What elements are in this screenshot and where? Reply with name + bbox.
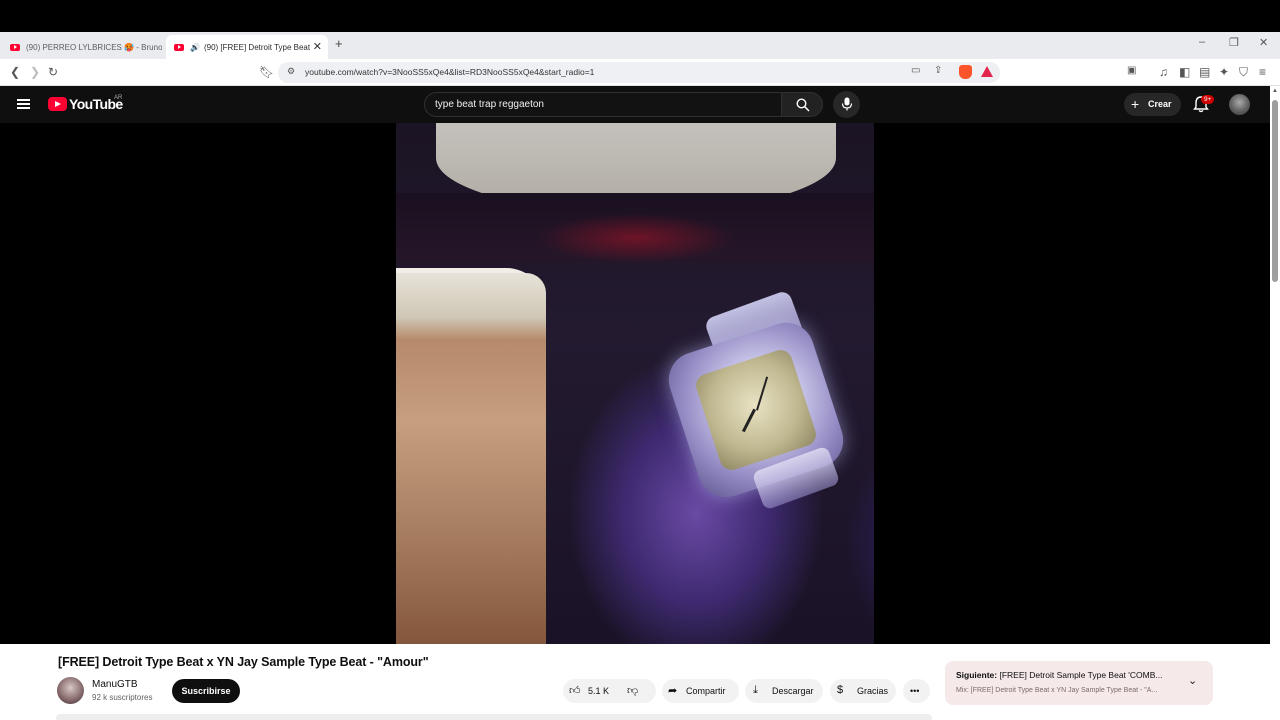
up-next-title: Siguiente: [FREE] Detroit Sample Type Be… (956, 670, 1162, 680)
leo-icon[interactable]: ✦ (1219, 65, 1229, 79)
like-dislike-group: 👍︎ 5.1 K 👎︎ (563, 679, 656, 703)
more-icon: ••• (910, 686, 920, 696)
translate-icon[interactable]: ▣ (1127, 65, 1136, 76)
url-bar[interactable]: ⚙ youtube.com/watch?v=3NooSS5xQe4&list=R… (278, 62, 1000, 83)
download-icon: ⤓ (753, 684, 758, 696)
back-icon[interactable]: ❮ (10, 65, 20, 79)
channel-avatar[interactable] (57, 677, 84, 704)
create-label: Crear (1148, 99, 1172, 109)
menu-icon[interactable]: ≡ (1259, 65, 1266, 79)
video-red-print-shape (536, 213, 736, 263)
plus-icon: + (1131, 96, 1140, 112)
thanks-dollar-icon: $ (837, 684, 844, 696)
microphone-icon (841, 97, 853, 111)
up-next-panel[interactable]: Siguiente: [FREE] Detroit Sample Type Be… (945, 661, 1213, 705)
watch-hand-shape (756, 376, 769, 411)
reload-icon[interactable]: ↻ (48, 65, 58, 79)
restore-button[interactable]: ❐ (1229, 36, 1239, 49)
scrollbar-thumb[interactable] (1272, 100, 1278, 282)
watch-hand-shape (741, 408, 756, 433)
share-arrow-icon: ➦ (668, 685, 678, 697)
voice-search-button[interactable] (833, 91, 860, 118)
video-cup-shape (396, 273, 546, 644)
create-button[interactable]: + Crear (1124, 93, 1181, 116)
minimize-button[interactable]: – (1199, 36, 1205, 48)
brave-rewards-icon[interactable] (981, 66, 993, 77)
channel-name[interactable]: ManuGTB (92, 679, 138, 690)
youtube-logo-icon[interactable] (48, 97, 67, 111)
video-frame[interactable] (396, 123, 874, 644)
hamburger-menu-icon[interactable] (17, 99, 30, 109)
url-text[interactable]: youtube.com/watch?v=3NooSS5xQe4&list=RD3… (305, 67, 594, 77)
video-details: [FREE] Detroit Type Beat x YN Jay Sample… (0, 644, 1270, 720)
search-value[interactable]: type beat trap reggaeton (435, 99, 544, 110)
search-input[interactable]: type beat trap reggaeton (424, 92, 782, 117)
notifications-badge: 9+ (1201, 95, 1215, 104)
tab-perreo[interactable]: (90) PERREO LYLBRICES 🥵 - Bruno (2, 35, 162, 59)
up-next-video: [FREE] Detroit Sample Type Beat 'COMB... (997, 670, 1163, 680)
tab-detroit[interactable]: 🔊 (90) [FREE] Detroit Type Beat ✕ (166, 35, 328, 59)
tab-title: (90) [FREE] Detroit Type Beat (203, 42, 311, 52)
address-toolbar: ❮ ❯ ↻ 🔖︎ ⚙ youtube.com/watch?v=3NooSS5xQ… (0, 59, 1280, 86)
search-icon (796, 98, 810, 112)
youtube-favicon-icon (10, 43, 20, 51)
thanks-label: Gracias (857, 686, 889, 696)
country-code: AR (114, 95, 123, 101)
download-button[interactable]: ⤓ Descargar (745, 679, 823, 703)
cast-icon[interactable]: ▭ (911, 65, 920, 76)
tab-title: (90) PERREO LYLBRICES 🥵 - Bruno (26, 42, 162, 52)
share-icon[interactable]: ⇪ (934, 65, 942, 76)
like-icon[interactable]: 👍︎ (569, 684, 581, 697)
tab-strip: (90) PERREO LYLBRICES 🥵 - Bruno 🔊 (90) [… (0, 32, 1280, 59)
page-scrollbar[interactable]: ▲ (1270, 86, 1280, 720)
up-next-mix: Mix: [FREE] Detroit Type Beat x YN Jay S… (956, 687, 1158, 694)
youtube-header: YouTube AR type beat trap reggaeton + Cr… (0, 86, 1270, 123)
download-label: Descargar (772, 686, 814, 696)
description-box-edge (56, 714, 932, 720)
thanks-button[interactable]: $ Gracias (830, 679, 896, 703)
like-count[interactable]: 5.1 K (588, 686, 609, 696)
up-next-prefix: Siguiente: (956, 670, 998, 680)
music-icon[interactable]: ♫ (1159, 65, 1168, 79)
chevron-down-icon[interactable]: ⌄ (1188, 674, 1197, 687)
subscribe-button[interactable]: Suscribirse (172, 679, 240, 703)
share-button[interactable]: ➦ Compartir (662, 679, 739, 703)
brave-shields-icon[interactable] (959, 65, 972, 79)
share-label: Compartir (686, 686, 726, 696)
tab-close-icon[interactable]: ✕ (313, 40, 322, 53)
account-avatar[interactable] (1229, 94, 1250, 115)
bookmark-icon[interactable]: 🔖︎ (259, 65, 274, 79)
video-player[interactable] (0, 123, 1270, 644)
close-window-button[interactable]: ✕ (1259, 36, 1268, 49)
more-actions-button[interactable]: ••• (903, 679, 930, 703)
forward-icon[interactable]: ❯ (30, 65, 40, 79)
video-title: [FREE] Detroit Type Beat x YN Jay Sample… (58, 655, 429, 669)
speaker-icon[interactable]: 🔊 (190, 43, 200, 52)
sidebar-icon[interactable]: ◧ (1179, 65, 1190, 79)
site-info-icon[interactable]: ⚙ (287, 66, 295, 77)
subscriber-count: 92 k suscriptores (92, 693, 153, 702)
vpn-icon[interactable]: ⛉ (1239, 65, 1248, 80)
search-button[interactable] (781, 92, 823, 117)
dislike-icon[interactable]: 👎︎ (627, 684, 638, 697)
scroll-up-icon[interactable]: ▲ (1272, 88, 1278, 94)
new-tab-button[interactable]: + (335, 36, 343, 51)
youtube-favicon-icon (174, 43, 184, 51)
os-top-bar (0, 0, 1280, 32)
wallet-icon[interactable]: ▤ (1199, 65, 1210, 79)
